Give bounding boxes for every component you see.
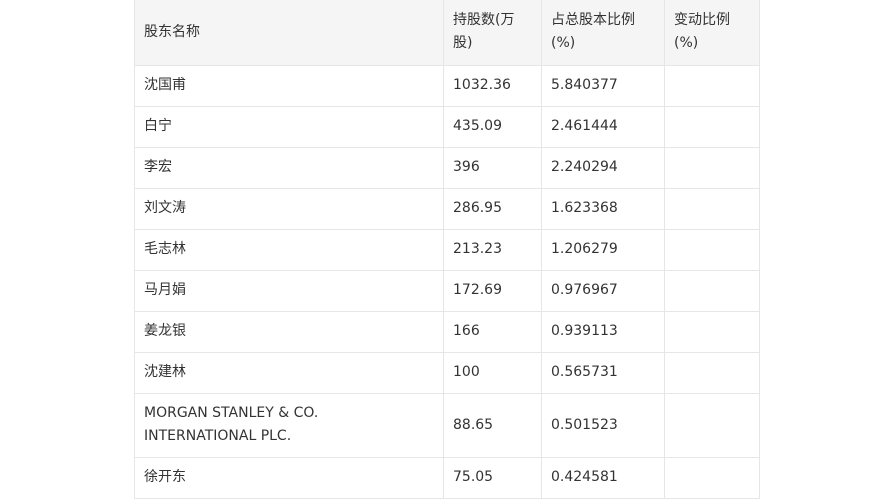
cell-name: MORGAN STANLEY & CO. INTERNATIONAL PLC. [134,392,444,458]
shareholder-table-container: 股东名称 持股数(万股) 占总股本比例(%) 变动比例(%) 沈国甫 1032.… [134,0,760,499]
cell-ratio: 2.240294 [541,146,665,189]
header-change-ratio: 变动比例(%) [664,0,760,66]
table-row: 徐开东 75.05 0.424581 [134,456,760,499]
table-row: 马月娟 172.69 0.976967 [134,269,760,312]
cell-shares: 172.69 [443,269,542,312]
cell-shares: 166 [443,310,542,353]
cell-ratio: 1.623368 [541,187,665,230]
table-row: 沈建林 100 0.565731 [134,351,760,394]
cell-shares: 435.09 [443,105,542,148]
header-shares: 持股数(万股) [443,0,542,66]
shareholder-table: 股东名称 持股数(万股) 占总股本比例(%) 变动比例(%) 沈国甫 1032.… [134,0,760,499]
cell-name: 马月娟 [134,269,444,312]
cell-shares: 100 [443,351,542,394]
header-shareholder-name: 股东名称 [134,0,444,66]
table-row: 沈国甫 1032.36 5.840377 [134,64,760,107]
cell-shares: 213.23 [443,228,542,271]
cell-change [664,105,760,148]
cell-ratio: 1.206279 [541,228,665,271]
table-header-row: 股东名称 持股数(万股) 占总股本比例(%) 变动比例(%) [134,0,760,66]
table-row: 李宏 396 2.240294 [134,146,760,189]
cell-ratio: 0.565731 [541,351,665,394]
cell-change [664,392,760,458]
cell-name: 姜龙银 [134,310,444,353]
cell-shares: 286.95 [443,187,542,230]
cell-shares: 75.05 [443,456,542,499]
cell-ratio: 5.840377 [541,64,665,107]
cell-shares: 396 [443,146,542,189]
cell-name: 徐开东 [134,456,444,499]
cell-name: 李宏 [134,146,444,189]
cell-change [664,351,760,394]
table-row: 白宁 435.09 2.461444 [134,105,760,148]
table-row: 姜龙银 166 0.939113 [134,310,760,353]
cell-ratio: 2.461444 [541,105,665,148]
cell-name: 沈国甫 [134,64,444,107]
cell-change [664,146,760,189]
cell-change [664,187,760,230]
table-row: 刘文涛 286.95 1.623368 [134,187,760,230]
table-row: MORGAN STANLEY & CO. INTERNATIONAL PLC. … [134,392,760,458]
cell-change [664,228,760,271]
cell-shares: 1032.36 [443,64,542,107]
cell-change [664,269,760,312]
cell-ratio: 0.939113 [541,310,665,353]
cell-change [664,456,760,499]
cell-ratio: 0.501523 [541,392,665,458]
cell-name: 刘文涛 [134,187,444,230]
cell-name: 毛志林 [134,228,444,271]
cell-change [664,64,760,107]
cell-ratio: 0.424581 [541,456,665,499]
cell-name: 白宁 [134,105,444,148]
cell-name: 沈建林 [134,351,444,394]
cell-ratio: 0.976967 [541,269,665,312]
table-row: 毛志林 213.23 1.206279 [134,228,760,271]
header-share-ratio: 占总股本比例(%) [541,0,665,66]
cell-shares: 88.65 [443,392,542,458]
cell-change [664,310,760,353]
